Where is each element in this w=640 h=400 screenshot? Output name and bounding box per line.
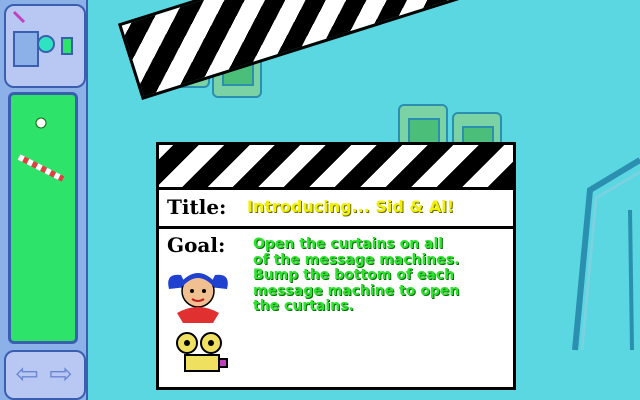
parts-contents-icon bbox=[17, 117, 65, 182]
goal-line: of the message machines. bbox=[253, 251, 460, 268]
parts-panel: ⇦ ⇨ bbox=[0, 0, 88, 400]
goal-card[interactable]: Title: Introducing... Sid & Al! Goal: Op… bbox=[156, 142, 516, 390]
goal-line: the curtains. bbox=[253, 298, 354, 314]
game-screen: ⇦ ⇨ Title: Introducing... Sid & Al! Goal… bbox=[0, 0, 640, 400]
parts-window[interactable] bbox=[8, 92, 78, 344]
title-row: Title: Introducing... Sid & Al! bbox=[159, 190, 513, 229]
parts-bin[interactable] bbox=[4, 4, 86, 88]
forward-arrow-icon[interactable]: ⇨ bbox=[46, 360, 76, 388]
goal-line: Open the curtains on all bbox=[253, 236, 444, 252]
goal-description: Open the curtains on all of the message … bbox=[253, 236, 508, 315]
clapper-stick bbox=[117, 0, 500, 101]
level-title: Introducing... Sid & Al! bbox=[247, 197, 455, 216]
goal-line: Bump the bottom of each bbox=[253, 267, 455, 283]
movie-projector-icon bbox=[176, 332, 228, 372]
goal-label: Goal: bbox=[167, 233, 226, 257]
parts-thumbnail-icon bbox=[12, 10, 73, 67]
clapper-stripe bbox=[159, 145, 513, 190]
conveyor-tower bbox=[572, 157, 640, 351]
navigation-arrows: ⇦ ⇨ bbox=[4, 350, 86, 400]
goal-line: message machine to open bbox=[253, 282, 460, 299]
back-arrow-icon[interactable]: ⇦ bbox=[12, 360, 42, 388]
girl-character-icon bbox=[168, 273, 228, 323]
title-label: Title: bbox=[167, 195, 227, 219]
